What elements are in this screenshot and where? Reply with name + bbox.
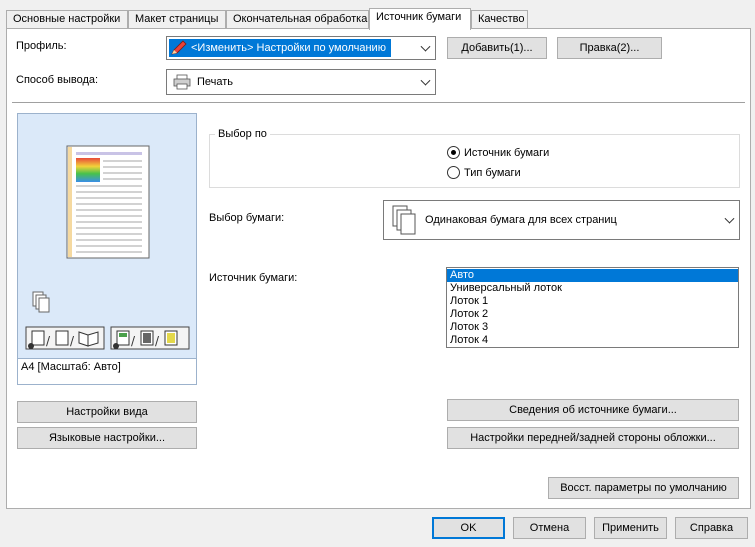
printer-icon	[173, 74, 191, 90]
profile-combobox[interactable]: <Изменить> Настройки по умолчанию	[166, 36, 436, 60]
output-method-value: Печать	[197, 76, 234, 88]
list-item[interactable]: Лоток 1	[447, 295, 738, 308]
cover-settings-button[interactable]: Настройки передней/задней стороны обложк…	[447, 427, 739, 449]
pencil-icon	[171, 40, 187, 55]
help-button[interactable]: Справка	[675, 517, 748, 539]
list-item[interactable]: Лоток 3	[447, 321, 738, 334]
page-preview: / / / / A4 [Масштаб: Авто]	[17, 113, 197, 385]
edit-profile-button[interactable]: Правка(2)...	[557, 37, 662, 59]
output-method-combobox[interactable]: Печать	[166, 69, 436, 95]
paper-selection-label: Выбор бумаги:	[209, 212, 285, 224]
paper-stack-icon	[392, 205, 416, 235]
output-method-label: Способ вывода:	[16, 74, 99, 86]
tab-basic-settings[interactable]: Основные настройки	[6, 10, 128, 28]
list-item[interactable]: Лоток 2	[447, 308, 738, 321]
layout-icons-group-1: / /	[25, 326, 105, 350]
paper-source-label: Источник бумаги:	[209, 272, 298, 284]
apply-button[interactable]: Применить	[594, 517, 667, 539]
list-item[interactable]: Лоток 4	[447, 334, 738, 347]
tab-paper-source[interactable]: Источник бумаги	[369, 8, 471, 30]
preview-caption: A4 [Масштаб: Авто]	[18, 358, 196, 384]
profile-selected-highlight: <Изменить> Настройки по умолчанию	[169, 39, 391, 57]
profile-label: Профиль:	[16, 40, 67, 52]
language-settings-button[interactable]: Языковые настройки...	[17, 427, 197, 449]
profile-value: <Изменить> Настройки по умолчанию	[191, 42, 386, 54]
restore-defaults-button[interactable]: Восст. параметры по умолчанию	[548, 477, 739, 499]
paper-selection-combobox[interactable]: Одинаковая бумага для всех страниц	[383, 200, 740, 240]
layout-icons-group-2: / /	[110, 326, 190, 350]
select-by-group: Выбор по Источник бумаги Тип бумаги	[209, 128, 740, 188]
tab-panel: Профиль: <Изменить> Настройки по умолчан…	[6, 28, 751, 509]
paper-selection-value: Одинаковая бумага для всех страниц	[425, 214, 617, 226]
tab-page-layout[interactable]: Макет страницы	[128, 10, 226, 28]
view-settings-button[interactable]: Настройки вида	[17, 401, 197, 423]
radio-button[interactable]	[447, 146, 460, 159]
radio-paper-type[interactable]: Тип бумаги	[447, 166, 521, 179]
tab-finishing[interactable]: Окончательная обработка	[226, 10, 369, 28]
chevron-down-icon[interactable]	[420, 41, 431, 52]
chevron-down-icon[interactable]	[420, 75, 431, 86]
radio-paper-source[interactable]: Источник бумаги	[447, 146, 549, 159]
radio-button[interactable]	[447, 166, 460, 179]
tab-quality[interactable]: Качество	[471, 10, 528, 28]
cancel-button[interactable]: Отмена	[513, 517, 586, 539]
select-by-group-label: Выбор по	[215, 128, 270, 140]
chevron-down-icon[interactable]	[724, 213, 735, 224]
ok-button[interactable]: OK	[432, 517, 505, 539]
list-item[interactable]: Универсальный лоток	[447, 282, 738, 295]
list-item[interactable]: Авто	[447, 269, 738, 282]
paper-source-listbox[interactable]: Авто Универсальный лоток Лоток 1 Лоток 2…	[446, 267, 739, 348]
divider	[12, 102, 745, 103]
paper-source-info-button[interactable]: Сведения об источнике бумаги...	[447, 399, 739, 421]
paper-stack-icon	[32, 291, 50, 313]
add-profile-button[interactable]: Добавить(1)...	[447, 37, 547, 59]
page-preview-image: / / / /	[25, 145, 190, 350]
